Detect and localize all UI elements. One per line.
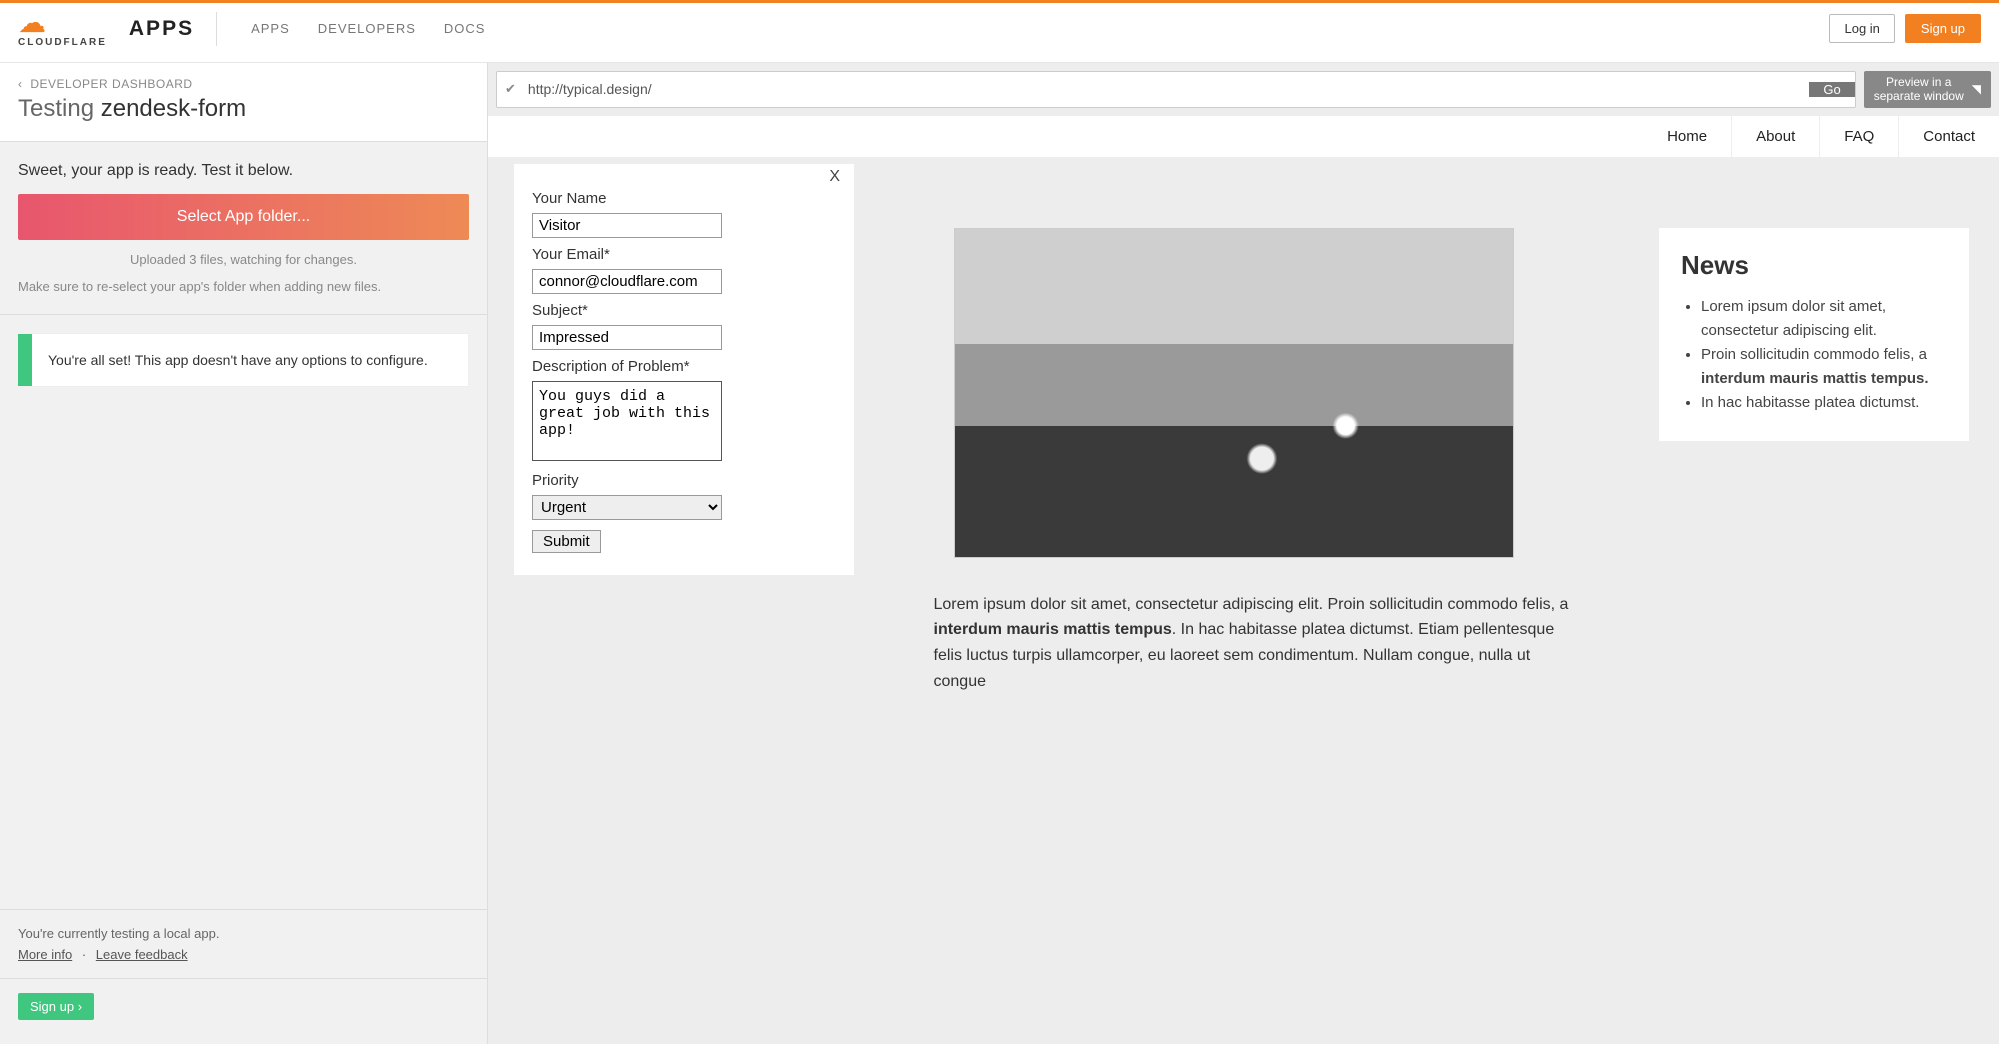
site-nav: Home About FAQ Contact: [488, 116, 1999, 158]
news-heading: News: [1681, 250, 1947, 281]
info-card: You're all set! This app doesn't have an…: [18, 333, 469, 387]
check-icon: ✔: [505, 81, 516, 97]
preview-panel: ✔ http://typical.design/ Go Preview in a…: [488, 63, 1999, 1044]
page-title: Testing zendesk-form: [18, 95, 469, 123]
top-separator: [216, 12, 217, 46]
email-input[interactable]: [532, 269, 722, 294]
site-nav-home[interactable]: Home: [1643, 116, 1731, 157]
breadcrumb[interactable]: ‹ DEVELOPER DASHBOARD: [18, 77, 469, 91]
site-nav-contact[interactable]: Contact: [1898, 116, 1999, 157]
nav-developers[interactable]: DEVELOPERS: [318, 21, 416, 36]
name-input[interactable]: [532, 213, 722, 238]
more-info-link[interactable]: More info: [18, 947, 72, 962]
submit-button[interactable]: Submit: [532, 530, 601, 553]
top-nav: APPS DEVELOPERS DOCS: [251, 21, 485, 36]
url-input-wrap: ✔ http://typical.design/ Go: [496, 71, 1856, 108]
site-nav-about[interactable]: About: [1731, 116, 1819, 157]
site-nav-faq[interactable]: FAQ: [1819, 116, 1898, 157]
description-textarea[interactable]: [532, 381, 722, 461]
brand-product[interactable]: APPS: [129, 17, 194, 41]
reselect-hint: Make sure to re-select your app's folder…: [18, 279, 469, 294]
upload-status: Uploaded 3 files, watching for changes.: [18, 252, 469, 267]
body-paragraph: Lorem ipsum dolor sit amet, consectetur …: [934, 592, 1574, 694]
info-card-accent: [18, 334, 32, 386]
nav-docs[interactable]: DOCS: [444, 21, 486, 36]
breadcrumb-label: DEVELOPER DASHBOARD: [30, 77, 192, 91]
email-label: Your Email*: [532, 246, 836, 263]
url-bar-row: ✔ http://typical.design/ Go Preview in a…: [488, 63, 1999, 116]
info-card-text: You're all set! This app doesn't have an…: [32, 334, 444, 386]
left-panel: ‹ DEVELOPER DASHBOARD Testing zendesk-fo…: [0, 63, 488, 1044]
ready-message: Sweet, your app is ready. Test it below.: [18, 162, 469, 180]
preview-line-2: separate window: [1874, 89, 1964, 103]
testing-local-text: You're currently testing a local app.: [18, 926, 469, 941]
go-button[interactable]: Go: [1809, 82, 1854, 97]
preview-site: Home About FAQ Contact News Lorem ipsum …: [488, 116, 1999, 714]
topbar: ☁ CLOUDFLARE APPS APPS DEVELOPERS DOCS L…: [0, 3, 1999, 63]
cloudflare-logo[interactable]: ☁ CLOUDFLARE: [18, 9, 107, 48]
close-icon[interactable]: X: [829, 168, 840, 186]
news-item-1: Lorem ipsum dolor sit amet, consectetur …: [1701, 295, 1947, 343]
description-label: Description of Problem*: [532, 358, 836, 375]
priority-label: Priority: [532, 472, 836, 489]
zendesk-form-modal: X Your Name Your Email* Subject* Descrip…: [514, 164, 854, 575]
preview-line-1: Preview in a: [1874, 75, 1964, 89]
preview-separate-button[interactable]: Preview in a separate window ◥: [1864, 71, 1991, 108]
name-label: Your Name: [532, 190, 836, 207]
dot-separator: ·: [82, 947, 86, 962]
select-folder-button[interactable]: Select App folder...: [18, 194, 469, 240]
chevron-left-icon: ‹: [18, 77, 23, 91]
news-item-2: Proin sollicitudin commodo felis, a inte…: [1701, 343, 1947, 391]
brand-name: CLOUDFLARE: [18, 37, 107, 48]
priority-select[interactable]: Urgent: [532, 495, 722, 520]
subject-input[interactable]: [532, 325, 722, 350]
signup-button[interactable]: Sign up: [1905, 14, 1981, 43]
hero-image: [954, 228, 1514, 558]
news-card: News Lorem ipsum dolor sit amet, consect…: [1659, 228, 1969, 441]
signup-cta-button[interactable]: Sign up ›: [18, 993, 94, 1020]
page-title-name: zendesk-form: [101, 95, 246, 122]
page-title-prefix: Testing: [18, 95, 101, 122]
left-footer-info: You're currently testing a local app. Mo…: [0, 909, 487, 978]
news-item-3: In hac habitasse platea dictumst.: [1701, 391, 1947, 415]
subject-label: Subject*: [532, 302, 836, 319]
cloud-icon: ☁: [18, 9, 107, 37]
external-window-icon: ◥: [1972, 82, 1981, 96]
leave-feedback-link[interactable]: Leave feedback: [96, 947, 188, 962]
nav-apps[interactable]: APPS: [251, 21, 290, 36]
url-input[interactable]: http://typical.design/: [528, 75, 1809, 103]
main-split: ‹ DEVELOPER DASHBOARD Testing zendesk-fo…: [0, 63, 1999, 1044]
login-button[interactable]: Log in: [1829, 14, 1894, 43]
